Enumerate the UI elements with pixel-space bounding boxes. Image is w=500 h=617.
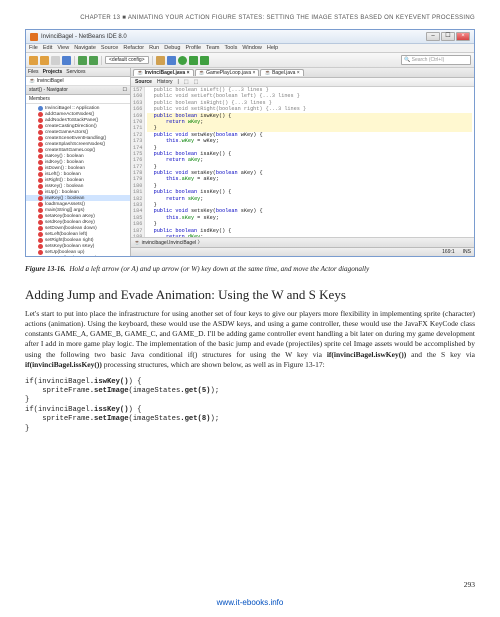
statusbar: 169:1 INS — [131, 247, 474, 256]
tab-source[interactable]: Source — [133, 79, 154, 85]
method-icon — [38, 214, 43, 219]
method-icon — [38, 208, 43, 213]
method-icon — [38, 124, 43, 129]
file-tabs: ☕ InvinciBagel.java ×☕ GamePlayLoop.java… — [131, 68, 474, 78]
code-snippet: if(invinciBagel.iswKey()) { spriteFrame.… — [25, 378, 475, 434]
cursor-position: 169:1 — [442, 249, 455, 255]
menu-debug[interactable]: Debug — [164, 45, 180, 51]
config-dropdown[interactable]: <default config> — [105, 56, 149, 64]
file-tab[interactable]: ☕ InvinciBagel.java × — [133, 69, 194, 76]
footer-link[interactable]: www.it-ebooks.info — [0, 598, 500, 607]
code-lines: public boolean isLeft() {...3 lines } pu… — [145, 87, 474, 237]
undo-icon[interactable] — [78, 56, 87, 65]
window-title: InvinciBagel - NetBeans IDE 8.0 — [41, 34, 127, 40]
file-tab[interactable]: ☕ Bagel.java × — [260, 69, 303, 76]
panel-tab-projects[interactable]: Projects — [43, 69, 63, 75]
menu-view[interactable]: View — [57, 45, 69, 51]
build-icon[interactable] — [156, 56, 165, 65]
method-icon — [38, 178, 43, 183]
menu-window[interactable]: Window — [242, 45, 262, 51]
menu-refactor[interactable]: Refactor — [123, 45, 144, 51]
save-all-icon[interactable] — [62, 56, 71, 65]
method-icon — [38, 232, 43, 237]
method-icon — [38, 130, 43, 135]
method-icon — [38, 244, 43, 249]
clean-build-icon[interactable] — [167, 56, 176, 65]
method-icon — [38, 196, 43, 201]
minimize-button[interactable]: – — [426, 32, 440, 41]
method-icon — [38, 172, 43, 177]
new-project-icon[interactable] — [40, 56, 49, 65]
search-input[interactable]: 🔍 Search (Ctrl+I) — [401, 55, 471, 65]
run-icon[interactable] — [178, 56, 187, 65]
search-icon: 🔍 — [404, 57, 410, 63]
redo-icon[interactable] — [89, 56, 98, 65]
menu-run[interactable]: Run — [149, 45, 159, 51]
new-file-icon[interactable] — [29, 56, 38, 65]
chapter-header: CHAPTER 13 ■ ANIMATING YOUR ACTION FIGUR… — [25, 15, 475, 21]
method-icon — [38, 256, 43, 257]
menu-source[interactable]: Source — [101, 45, 118, 51]
panel-tab-services[interactable]: Services — [66, 69, 85, 75]
editor-panel: ☕ InvinciBagel.java ×☕ GamePlayLoop.java… — [131, 68, 474, 256]
method-icon — [38, 154, 43, 159]
figure-caption: Figure 13-16. Hold a left arrow (or A) a… — [25, 265, 475, 273]
menu-navigate[interactable]: Navigate — [74, 45, 96, 51]
project-node[interactable]: ☕ InvinciBagel — [26, 77, 130, 86]
menu-profile[interactable]: Profile — [185, 45, 201, 51]
method-icon — [38, 142, 43, 147]
titlebar: InvinciBagel - NetBeans IDE 8.0 – ☐ × — [26, 30, 474, 44]
method-icon — [38, 250, 43, 255]
method-icon — [38, 166, 43, 171]
method-icon — [38, 184, 43, 189]
ide-window: InvinciBagel - NetBeans IDE 8.0 – ☐ × Fi… — [25, 29, 475, 257]
menu-team[interactable]: Team — [206, 45, 219, 51]
nav-item[interactable]: setwKey(boolean wKey) — [26, 255, 130, 256]
maximize-button[interactable]: ☐ — [441, 32, 455, 41]
method-icon — [38, 148, 43, 153]
insert-mode: INS — [463, 249, 471, 255]
editor-tool-icon[interactable]: ⬚ — [182, 79, 191, 85]
editor-toolbar: Source History | ⬚ ⬚ — [131, 78, 474, 87]
members-dropdown[interactable]: Members — [26, 95, 130, 104]
method-icon — [38, 118, 43, 123]
menu-tools[interactable]: Tools — [225, 45, 238, 51]
method-icon — [38, 202, 43, 207]
navigator-header: start() - Navigator☐ — [26, 86, 130, 95]
navigator-tree: InvinciBagel :: ApplicationaddGameActorN… — [26, 104, 130, 256]
method-icon — [38, 136, 43, 141]
method-icon — [38, 112, 43, 117]
project-tabs: Files ProjectsServices — [26, 68, 130, 77]
open-icon[interactable] — [51, 56, 60, 65]
section-heading: Adding Jump and Evade Animation: Using t… — [25, 287, 475, 303]
left-panel: Files ProjectsServices ☕ InvinciBagel sta… — [26, 68, 131, 256]
profile-icon[interactable] — [200, 56, 209, 65]
method-icon — [38, 190, 43, 195]
close-button[interactable]: × — [456, 32, 470, 41]
menu-file[interactable]: File — [29, 45, 38, 51]
file-tab[interactable]: ☕ GamePlayLoop.java × — [195, 69, 260, 76]
menubar: File Edit View Navigate Source Refactor Run Deb… — [26, 44, 474, 53]
body-paragraph: Let's start to put into place the infras… — [25, 309, 475, 370]
class-icon — [38, 106, 43, 111]
app-icon — [30, 33, 38, 41]
method-icon — [38, 220, 43, 225]
menu-help[interactable]: Help — [267, 45, 278, 51]
breadcrumb[interactable]: ☕ invincibagel.InvinciBagel 〉 — [131, 237, 474, 247]
panel-tab-files[interactable]: Files — [28, 69, 39, 75]
debug-icon[interactable] — [189, 56, 198, 65]
method-icon — [38, 226, 43, 231]
editor-tool-icon[interactable]: ⬚ — [192, 79, 201, 85]
method-icon — [38, 160, 43, 165]
method-icon — [38, 238, 43, 243]
tab-history[interactable]: History — [155, 79, 175, 85]
line-gutter: 1571601631661691701711721731741751761771… — [131, 87, 145, 237]
toolbar: <default config> 🔍 Search (Ctrl+I) — [26, 53, 474, 68]
menu-edit[interactable]: Edit — [43, 45, 52, 51]
code-editor[interactable]: 1571601631661691701711721731741751761771… — [131, 87, 474, 237]
page-number: 293 — [464, 580, 475, 589]
